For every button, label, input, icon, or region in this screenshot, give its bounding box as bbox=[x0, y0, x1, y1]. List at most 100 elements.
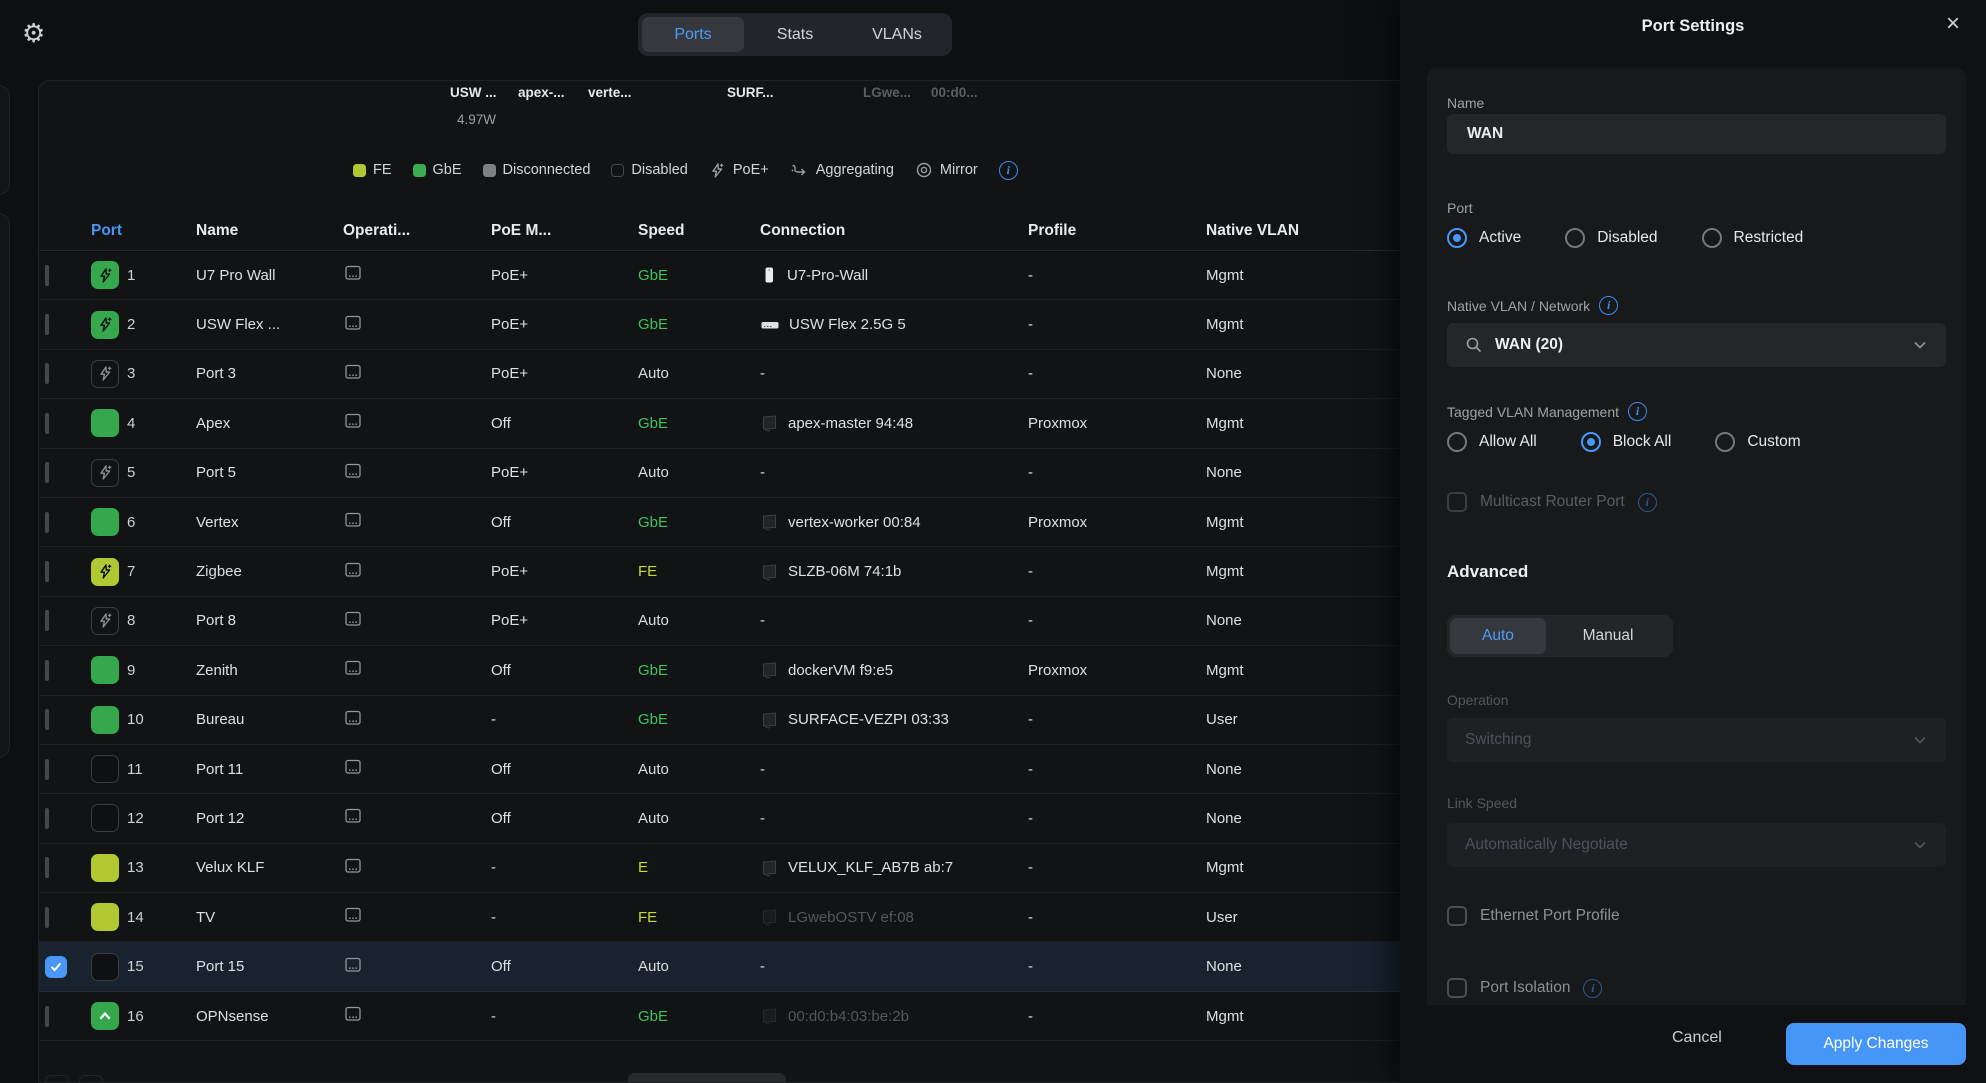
table-row-port-7[interactable]: 7ZigbeePoE+FESLZB-06M 74:1b-Mgmt bbox=[39, 547, 1400, 596]
info-icon[interactable]: i bbox=[1599, 296, 1618, 315]
device-label[interactable]: 00:d0... bbox=[931, 85, 978, 100]
speed-value: Auto bbox=[638, 761, 760, 778]
name-input[interactable] bbox=[1447, 114, 1946, 154]
operation-dropdown[interactable]: Switching bbox=[1447, 718, 1946, 762]
row-checkbox[interactable] bbox=[45, 462, 49, 483]
row-checkbox[interactable] bbox=[45, 610, 49, 631]
table-row-port-4[interactable]: 4ApexOffGbEapex-master 94:48ProxmoxMgmt bbox=[39, 399, 1400, 448]
row-checkbox[interactable] bbox=[45, 808, 49, 829]
info-icon[interactable]: i bbox=[1583, 979, 1602, 998]
device-label[interactable]: apex-... bbox=[518, 85, 565, 100]
footer-control-partial[interactable] bbox=[45, 1075, 69, 1083]
tab-ports[interactable]: Ports bbox=[642, 17, 744, 52]
port-number-cell: 8 bbox=[127, 612, 196, 629]
settings-gear-icon[interactable]: ⚙ bbox=[22, 18, 45, 49]
mode-auto-button[interactable]: Auto bbox=[1450, 618, 1546, 654]
profile-value: - bbox=[1028, 810, 1206, 827]
legend-label: PoE+ bbox=[733, 162, 769, 178]
footer-control-partial[interactable] bbox=[79, 1075, 103, 1083]
port-icon-cell bbox=[91, 459, 127, 487]
switching-operation-icon bbox=[343, 807, 363, 825]
device-label[interactable]: USW ... bbox=[450, 85, 497, 100]
row-checkbox[interactable] bbox=[45, 1006, 49, 1027]
row-checkbox[interactable] bbox=[45, 956, 67, 978]
operation-label: Operation bbox=[1447, 692, 1508, 708]
column-header-speed[interactable]: Speed bbox=[638, 222, 760, 240]
ethernet-port-profile-checkbox[interactable]: Ethernet Port Profile bbox=[1447, 906, 1620, 926]
close-icon[interactable]: × bbox=[1946, 12, 1960, 36]
multicast-router-port-checkbox[interactable]: Multicast Router Port i bbox=[1447, 492, 1657, 512]
port-option-active[interactable]: Active bbox=[1447, 228, 1521, 248]
column-header-connection[interactable]: Connection bbox=[760, 222, 1028, 240]
tagged-option-label: Block All bbox=[1613, 433, 1672, 451]
row-checkbox[interactable] bbox=[45, 857, 49, 878]
device-label[interactable]: LGwe... bbox=[863, 85, 911, 100]
apply-changes-button[interactable]: Apply Changes bbox=[1786, 1023, 1966, 1065]
port-status-icon-green bbox=[91, 656, 119, 684]
mode-manual-button[interactable]: Manual bbox=[1546, 618, 1670, 654]
connection-cell: U7-Pro-Wall bbox=[760, 266, 1028, 284]
tagged-option-label: Custom bbox=[1747, 433, 1800, 451]
column-header-port[interactable]: Port bbox=[91, 222, 196, 240]
operation-cell bbox=[343, 363, 491, 385]
column-header-operati-[interactable]: Operati... bbox=[343, 222, 491, 240]
native-vlan-value: Mgmt bbox=[1206, 1008, 1400, 1025]
row-checkbox[interactable] bbox=[45, 561, 49, 582]
native-vlan-dropdown[interactable]: WAN (20) bbox=[1447, 323, 1946, 367]
speed-value: GbE bbox=[638, 415, 760, 432]
device-label[interactable]: SURF... bbox=[727, 85, 774, 100]
port-number-cell: 5 bbox=[127, 464, 196, 481]
checkbox-box bbox=[1447, 978, 1467, 998]
column-header-native-vlan[interactable]: Native VLAN bbox=[1206, 222, 1400, 240]
column-header-poe-m-[interactable]: PoE M... bbox=[491, 222, 638, 240]
port-isolation-checkbox[interactable]: Port Isolation i bbox=[1447, 978, 1602, 998]
table-row-port-5[interactable]: 5Port 5PoE+Auto--None bbox=[39, 449, 1400, 498]
tab-vlans[interactable]: VLANs bbox=[846, 17, 948, 52]
link-speed-dropdown[interactable]: Automatically Negotiate bbox=[1447, 823, 1946, 867]
cancel-button[interactable]: Cancel bbox=[1672, 1029, 1722, 1047]
row-checkbox[interactable] bbox=[45, 660, 49, 681]
legend-label: GbE bbox=[433, 162, 462, 178]
table-row-port-10[interactable]: 10Bureau-GbESURFACE-VEZPI 03:33-User bbox=[39, 696, 1400, 745]
table-row-port-9[interactable]: 9ZenithOffGbEdockerVM f9:e5ProxmoxMgmt bbox=[39, 646, 1400, 695]
table-row-port-8[interactable]: 8Port 8PoE+Auto--None bbox=[39, 597, 1400, 646]
row-checkbox[interactable] bbox=[45, 512, 49, 533]
port-name: Zenith bbox=[196, 662, 343, 679]
column-header-profile[interactable]: Profile bbox=[1028, 222, 1206, 240]
info-icon[interactable]: i bbox=[1638, 493, 1657, 512]
tagged-option-custom[interactable]: Custom bbox=[1715, 432, 1800, 452]
port-settings-form: Name Port ActiveDisabledRestricted Nativ… bbox=[1427, 68, 1966, 1083]
server-device-icon bbox=[760, 661, 779, 679]
row-checkbox[interactable] bbox=[45, 907, 49, 928]
port-number: 3 bbox=[127, 365, 135, 382]
row-checkbox[interactable] bbox=[45, 314, 49, 335]
legend-info-icon[interactable]: i bbox=[999, 161, 1018, 180]
port-option-disabled[interactable]: Disabled bbox=[1565, 228, 1657, 248]
table-row-port-3[interactable]: 3Port 3PoE+Auto--None bbox=[39, 350, 1400, 399]
table-row-port-6[interactable]: 6VertexOffGbEvertex-worker 00:84ProxmoxM… bbox=[39, 498, 1400, 547]
tab-stats[interactable]: Stats bbox=[744, 17, 846, 52]
table-row-port-14[interactable]: 14TV-FELGwebOSTV ef:08-User bbox=[39, 893, 1400, 942]
tagged-option-allow-all[interactable]: Allow All bbox=[1447, 432, 1537, 452]
table-row-port-15[interactable]: 15Port 15OffAuto--None bbox=[39, 942, 1400, 991]
column-header-name[interactable]: Name bbox=[196, 222, 343, 240]
info-icon[interactable]: i bbox=[1628, 402, 1647, 421]
table-row-port-13[interactable]: 13Velux KLF-EVELUX_KLF_AB7B ab:7-Mgmt bbox=[39, 844, 1400, 893]
table-row-port-11[interactable]: 11Port 11OffAuto--None bbox=[39, 745, 1400, 794]
row-checkbox[interactable] bbox=[45, 413, 49, 434]
profile-value: - bbox=[1028, 267, 1206, 284]
row-checkbox[interactable] bbox=[45, 363, 49, 384]
table-row-port-1[interactable]: 1U7 Pro WallPoE+GbEU7-Pro-Wall-Mgmt bbox=[39, 251, 1400, 300]
table-row-port-2[interactable]: 2USW Flex ...PoE+GbEUSW Flex 2.5G 5-Mgmt bbox=[39, 300, 1400, 349]
tagged-option-block-all[interactable]: Block All bbox=[1581, 432, 1672, 452]
port-option-restricted[interactable]: Restricted bbox=[1702, 228, 1804, 248]
row-checkbox[interactable] bbox=[45, 709, 49, 730]
port-number: 9 bbox=[127, 662, 135, 679]
pagination-button-partial[interactable] bbox=[628, 1073, 786, 1083]
row-checkbox[interactable] bbox=[45, 265, 49, 286]
table-row-port-16[interactable]: 16OPNsense-GbE00:d0:b4:03:be:2b-Mgmt bbox=[39, 992, 1400, 1041]
port-name: Vertex bbox=[196, 514, 343, 531]
row-checkbox[interactable] bbox=[45, 759, 49, 780]
device-label[interactable]: verte... bbox=[588, 85, 632, 100]
table-row-port-12[interactable]: 12Port 12OffAuto--None bbox=[39, 794, 1400, 843]
